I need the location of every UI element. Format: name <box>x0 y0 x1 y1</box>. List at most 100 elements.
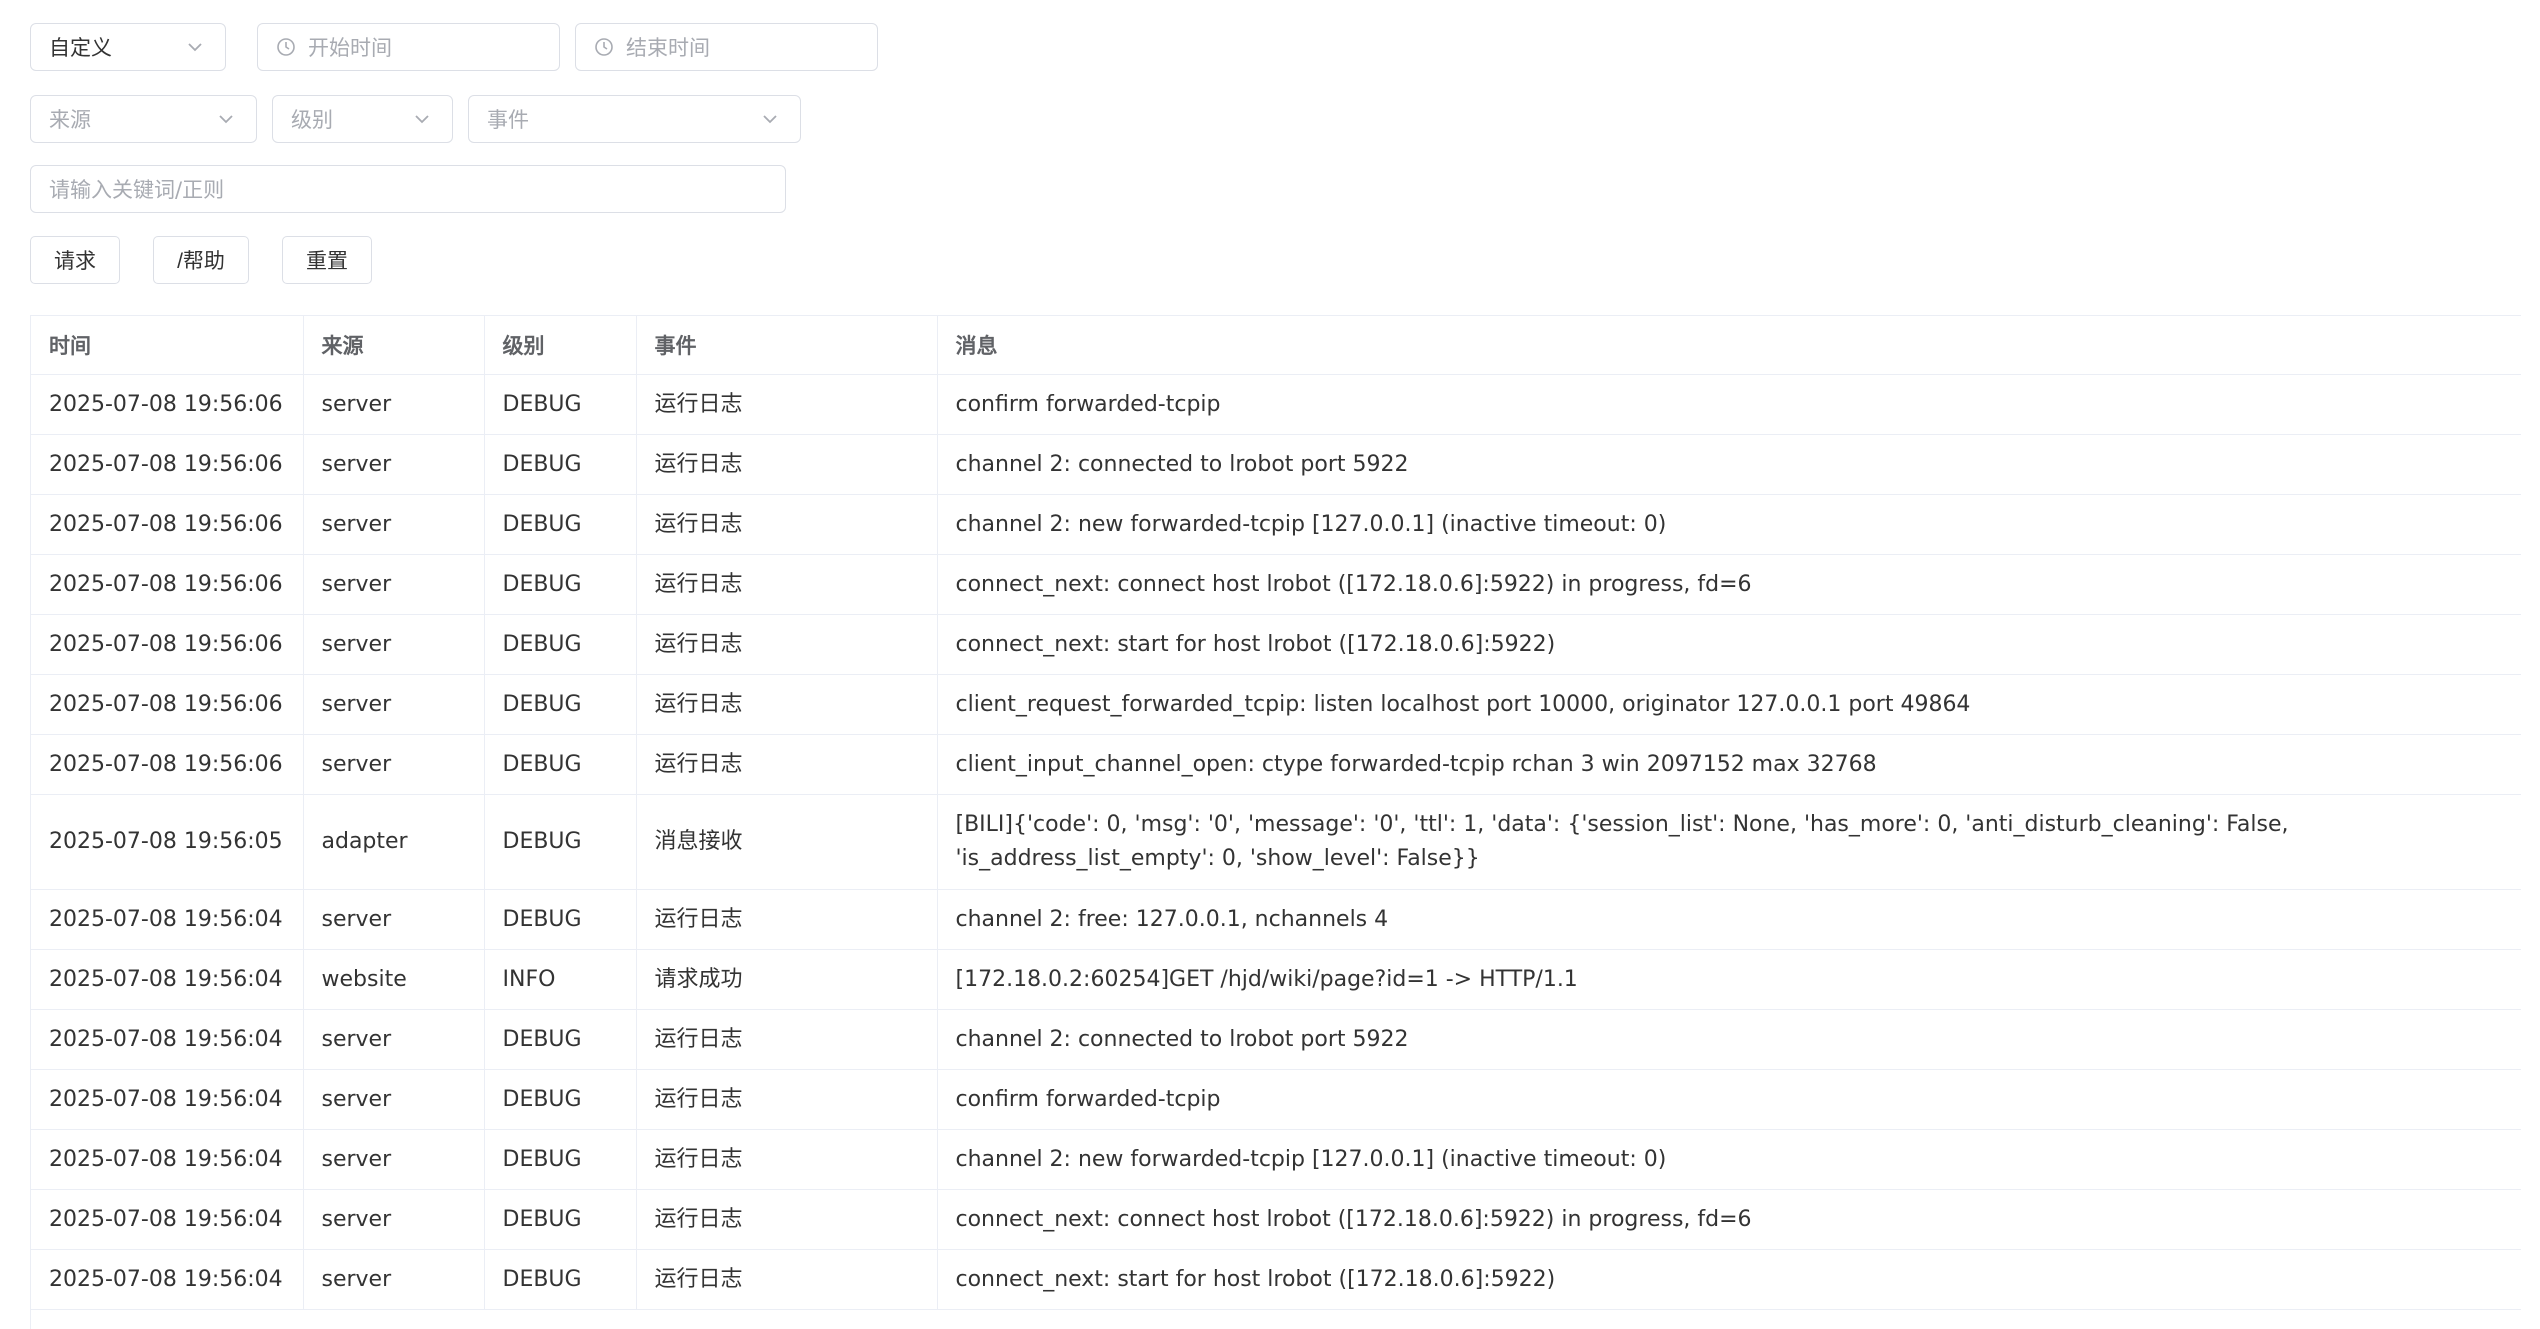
keyword-placeholder: 请输入关键词/正则 <box>49 178 225 202</box>
cell-source: server <box>303 889 485 950</box>
cell-event: 运行日志 <box>636 1249 938 1310</box>
clock-icon <box>277 38 295 56</box>
table-row[interactable]: 2025-07-08 19:56:06 server DEBUG 运行日志 client… <box>31 674 2521 735</box>
cell-event: 运行日志 <box>636 674 938 735</box>
event-select-placeholder: 事件 <box>487 108 529 132</box>
cell-message: connect_next: start for host lrobot ([17… <box>937 614 2521 675</box>
cell-message: channel 2: free: 127.0.0.1, nchannels 4 <box>937 889 2521 950</box>
cell-level: DEBUG <box>484 889 637 950</box>
level-select-placeholder: 级别 <box>291 108 333 132</box>
chevron-down-icon <box>188 43 202 52</box>
source-select[interactable]: 来源 <box>30 95 257 143</box>
cell-time: 2025-07-08 19:56:06 <box>31 734 304 795</box>
request-button[interactable]: 请求 <box>30 236 120 284</box>
cell-event: 运行日志 <box>636 889 938 950</box>
level-select[interactable]: 级别 <box>272 95 453 143</box>
cell-level: DEBUG <box>484 614 637 675</box>
table-row[interactable]: 2025-07-08 19:56:05 adapter DEBUG 消息接收 [BILI… <box>31 794 2521 890</box>
cell-source: server <box>303 374 485 435</box>
cell-event: 运行日志 <box>636 1189 938 1250</box>
event-select[interactable]: 事件 <box>468 95 801 143</box>
cell-event: 运行日志 <box>636 434 938 495</box>
cell-level: DEBUG <box>484 554 637 615</box>
table-header-row: 时间 来源 级别 事件 消息 <box>31 316 2521 375</box>
table-row[interactable]: 2025-07-08 19:56:06 server DEBUG 运行日志 connec… <box>31 554 2521 615</box>
cell-source: server <box>303 614 485 675</box>
clock-icon <box>595 38 613 56</box>
table-row[interactable]: 2025-07-08 19:56:06 server DEBUG 运行日志 channe… <box>31 494 2521 555</box>
table-row[interactable]: 2025-07-08 19:56:06 server DEBUG 运行日志 channe… <box>31 434 2521 495</box>
column-header-message[interactable]: 消息 <box>937 316 2521 375</box>
start-time-input[interactable]: 开始时间 <box>257 23 560 71</box>
reset-button[interactable]: 重置 <box>282 236 372 284</box>
table-row[interactable]: 2025-07-08 19:56:06 server DEBUG 运行日志 connec… <box>31 614 2521 675</box>
cell-event: 运行日志 <box>636 614 938 675</box>
cell-message: channel 2: connected to lrobot port 5922 <box>937 434 2521 495</box>
cell-event: 运行日志 <box>636 734 938 795</box>
range-select[interactable]: 自定义 <box>30 23 226 71</box>
table-row[interactable]: 2025-07-08 19:56:04 website INFO 请求成功 [172.1… <box>31 949 2521 1010</box>
cell-message: [BILI]{'code': 0, 'msg': '0', 'message':… <box>937 794 2521 890</box>
cell-event: 运行日志 <box>636 374 938 435</box>
table-row[interactable]: 2025-07-08 19:56:04 server DEBUG 运行日志 channe… <box>31 1129 2521 1190</box>
cell-level: DEBUG <box>484 434 637 495</box>
chevron-down-icon <box>415 115 429 124</box>
cell-event: 运行日志 <box>636 1129 938 1190</box>
cell-message: client_request_forwarded_tcpip: listen l… <box>937 674 2521 735</box>
cell-source: server <box>303 1069 485 1130</box>
cell-message: connect_next: connect host lrobot ([172.… <box>937 554 2521 615</box>
cell-event: 运行日志 <box>636 1009 938 1070</box>
cell-source: adapter <box>303 794 485 890</box>
column-header-event[interactable]: 事件 <box>636 316 938 375</box>
cell-level: INFO <box>484 949 637 1010</box>
keyword-input[interactable]: 请输入关键词/正则 <box>30 165 786 213</box>
cell-time: 2025-07-08 19:56:06 <box>31 434 304 495</box>
cell-source: server <box>303 554 485 615</box>
cell-time: 2025-07-08 19:56:06 <box>31 554 304 615</box>
end-time-input[interactable]: 结束时间 <box>575 23 878 71</box>
range-select-value: 自定义 <box>49 36 112 60</box>
cell-message: confirm forwarded-tcpip <box>937 1069 2521 1130</box>
cell-source: website <box>303 949 485 1010</box>
chevron-down-icon <box>763 115 777 124</box>
cell-message: client_input_channel_open: ctype forward… <box>937 734 2521 795</box>
cell-time: 2025-07-08 19:56:04 <box>31 1189 304 1250</box>
table-row[interactable]: 2025-07-08 19:56:04 server DEBUG 运行日志 channe… <box>31 889 2521 950</box>
cell-message: channel 2: connected to lrobot port 5922 <box>937 1009 2521 1070</box>
column-header-level[interactable]: 级别 <box>484 316 637 375</box>
column-header-source[interactable]: 来源 <box>303 316 485 375</box>
cell-time: 2025-07-08 19:56:04 <box>31 1069 304 1130</box>
cell-level: DEBUG <box>484 1189 637 1250</box>
table-row[interactable]: 2025-07-08 19:56:06 server DEBUG 运行日志 client… <box>31 734 2521 795</box>
table-row[interactable]: 2025-07-08 19:56:04 server DEBUG 运行日志 connec… <box>31 1189 2521 1250</box>
cell-level: DEBUG <box>484 1009 637 1070</box>
cell-source: server <box>303 674 485 735</box>
column-header-time[interactable]: 时间 <box>31 316 304 375</box>
cell-level: DEBUG <box>484 734 637 795</box>
cell-source: server <box>303 494 485 555</box>
end-time-placeholder: 结束时间 <box>626 36 710 60</box>
cell-source: server <box>303 1009 485 1070</box>
cell-level: DEBUG <box>484 1069 637 1130</box>
cell-event: 运行日志 <box>636 494 938 555</box>
cell-source: server <box>303 734 485 795</box>
cell-message: channel 2: new forwarded-tcpip [127.0.0.… <box>937 494 2521 555</box>
cell-time: 2025-07-08 19:56:06 <box>31 374 304 435</box>
table-row[interactable]: 2025-07-08 19:56:06 server DEBUG 运行日志 confir… <box>31 374 2521 435</box>
cell-time: 2025-07-08 19:56:04 <box>31 889 304 950</box>
table-row[interactable]: 2025-07-08 19:56:04 server DEBUG 运行日志 confir… <box>31 1069 2521 1130</box>
cell-time: 2025-07-08 19:56:04 <box>31 1129 304 1190</box>
table-row[interactable]: 2025-07-08 19:56:04 server DEBUG 运行日志 channe… <box>31 1009 2521 1070</box>
cell-level: DEBUG <box>484 674 637 735</box>
cell-message: [172.18.0.2:60254]GET /hjd/wiki/page?id=… <box>937 949 2521 1010</box>
cell-message: connect_next: start for host lrobot ([17… <box>937 1249 2521 1310</box>
help-button[interactable]: /帮助 <box>153 236 249 284</box>
cell-time: 2025-07-08 19:56:04 <box>31 1249 304 1310</box>
cell-event: 消息接收 <box>636 794 938 890</box>
table-row[interactable]: 2025-07-08 19:56:04 server DEBUG 运行日志 connec… <box>31 1249 2521 1310</box>
cell-message: confirm forwarded-tcpip <box>937 374 2521 435</box>
cell-time: 2025-07-08 19:56:05 <box>31 794 304 890</box>
cell-event: 请求成功 <box>636 949 938 1010</box>
cell-time: 2025-07-08 19:56:06 <box>31 614 304 675</box>
source-select-placeholder: 来源 <box>49 108 91 132</box>
